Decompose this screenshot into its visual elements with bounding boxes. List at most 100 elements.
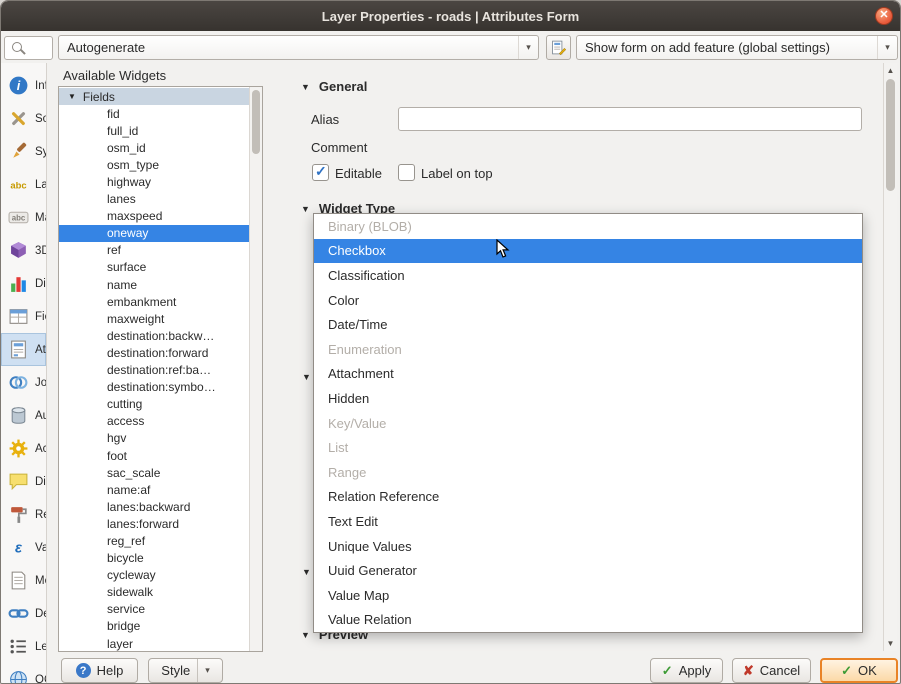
sidebar-item-joins[interactable]: Joins [1,366,46,399]
label-on-top-checkbox[interactable] [398,164,415,181]
tree-item-osm-id[interactable]: osm_id [59,139,249,156]
dropdown-item-classification[interactable]: Classification [314,263,862,288]
tree-item-destination-ref-ba[interactable]: destination:ref:ba… [59,362,249,379]
dropdown-item-color[interactable]: Color [314,288,862,313]
dropdown-item-uuid-generator[interactable]: Uuid Generator [314,558,862,583]
svg-text:ε: ε [15,541,23,557]
expander-triangle-icon[interactable]: ▼ [68,92,76,101]
tree-item-lanes[interactable]: lanes [59,191,249,208]
tree-item-sac-scale[interactable]: sac_scale [59,464,249,481]
widget-filter-box[interactable] [4,36,53,60]
form-settings-button[interactable] [546,35,571,60]
sidebar-item-masks[interactable]: abcMasks [1,201,46,234]
tree-item-highway[interactable]: highway [59,173,249,190]
section-general[interactable]: ▼ General [301,79,367,94]
tree-item-destination-backw[interactable]: destination:backw… [59,327,249,344]
style-button[interactable]: Style ▾ [148,658,223,683]
dropdown-item-hidden[interactable]: Hidden [314,386,862,411]
tree-item-reg-ref[interactable]: reg_ref [59,532,249,549]
form-panel-scrollbar[interactable]: ▲ ▼ [883,63,897,651]
tree-scrollbar[interactable] [249,87,262,651]
dropdown-item-relation-reference[interactable]: Relation Reference [314,485,862,510]
search-input[interactable] [25,39,51,57]
tree-item-sidewalk[interactable]: sidewalk [59,584,249,601]
scroll-up-icon[interactable]: ▲ [884,66,897,75]
tree-item-oneway[interactable]: oneway [59,225,249,242]
sidebar-item-fields[interactable]: Fields [1,300,46,333]
source-icon [8,108,29,129]
dropdown-item-checkbox[interactable]: Checkbox [314,239,862,264]
dropdown-item-attachment[interactable]: Attachment [314,362,862,387]
sidebar-item-metadata[interactable]: Metadata [1,564,46,597]
tree-scrollbar-thumb[interactable] [252,90,260,154]
tree-item-cutting[interactable]: cutting [59,396,249,413]
tree-item-hgv[interactable]: hgv [59,430,249,447]
sidebar-item-dependencies[interactable]: Dependencies [1,597,46,630]
sidebar-item-information[interactable]: iInformation [1,69,46,102]
ok-button[interactable]: ✓ OK [820,658,898,683]
sidebar-item-variables[interactable]: εVariables [1,531,46,564]
sidebar-item-qgis-server[interactable]: QGIS Server [1,663,46,683]
tree-item-foot[interactable]: foot [59,447,249,464]
close-icon[interactable]: ✕ [875,7,893,25]
tree-item-ref[interactable]: ref [59,242,249,259]
sidebar-item-legend[interactable]: Legend [1,630,46,663]
tree-item-lanes-forward[interactable]: lanes:forward [59,515,249,532]
joins-icon [8,372,29,393]
sidebar-item-diagrams[interactable]: Diagrams [1,267,46,300]
dropdown-item-value-map[interactable]: Value Map [314,583,862,608]
tree-item-bridge[interactable]: bridge [59,618,249,635]
dropdown-item-unique-values[interactable]: Unique Values [314,534,862,559]
tree-item-bicycle[interactable]: bicycle [59,550,249,567]
dropdown-item-text-edit[interactable]: Text Edit [314,509,862,534]
form-panel-scrollbar-thumb[interactable] [886,79,895,191]
dependencies-icon [8,603,29,624]
sidebar-item-rendering[interactable]: Rendering [1,498,46,531]
dropdown-item-date-time[interactable]: Date/Time [314,312,862,337]
sidebar-item-attributes-form[interactable]: Attributes Form [1,333,46,366]
tree-item-name-af[interactable]: name:af [59,481,249,498]
sidebar-item-symbology[interactable]: Symbology [1,135,46,168]
sidebar-item-label: Dependencies [35,608,47,620]
tree-group-fields[interactable]: ▼Fields [59,88,249,105]
help-button[interactable]: ? Help [61,658,138,683]
apply-button[interactable]: ✓ Apply [650,658,723,683]
tree-item-embankment[interactable]: embankment [59,293,249,310]
tree-item-destination-symbo[interactable]: destination:symbo… [59,379,249,396]
dropdown-item-value-relation[interactable]: Value Relation [314,608,862,633]
sidebar-item-display[interactable]: Display [1,465,46,498]
metadata-icon [8,570,29,591]
tree-item-maxspeed[interactable]: maxspeed [59,208,249,225]
tree-item-full-id[interactable]: full_id [59,122,249,139]
tree-item-cycleway[interactable]: cycleway [59,567,249,584]
tree-item-service[interactable]: service [59,601,249,618]
scroll-down-icon[interactable]: ▼ [884,639,897,648]
tree-item-maxweight[interactable]: maxweight [59,310,249,327]
editable-checkbox[interactable] [312,164,329,181]
titlebar[interactable]: Layer Properties - roads | Attributes Fo… [1,1,900,31]
form-layout-value: Autogenerate [59,40,518,55]
sidebar-item-label: Rendering [35,509,47,521]
sidebar-item-3d-view[interactable]: 3D View [1,234,46,267]
sidebar-item-source[interactable]: Source [1,102,46,135]
sidebar-item-auxiliary-storage[interactable]: Auxiliary Storage [1,399,46,432]
sidebar-item-label: Attributes Form [35,344,47,356]
sidebar-item-labels[interactable]: abcLabels [1,168,46,201]
tree-item-layer[interactable]: layer [59,635,249,652]
tree-item-fid[interactable]: fid [59,105,249,122]
alias-input[interactable] [398,107,862,131]
tree-item-destination-forward[interactable]: destination:forward [59,344,249,361]
tree-item-name[interactable]: name [59,276,249,293]
collapse-triangle-icon[interactable]: ▼ [302,567,311,577]
tree-item-lanes-backward[interactable]: lanes:backward [59,498,249,515]
tree-item-access[interactable]: access [59,413,249,430]
collapse-triangle-icon[interactable]: ▼ [302,372,311,382]
tree-item-osm-type[interactable]: osm_type [59,156,249,173]
sidebar-item-actions[interactable]: Actions [1,432,46,465]
show-form-combobox[interactable]: Show form on add feature (global setting… [576,35,898,60]
tree-item-surface[interactable]: surface [59,259,249,276]
cancel-button[interactable]: ✘ Cancel [732,658,811,683]
sidebar-item-label: QGIS Server [35,674,47,684]
form-layout-combobox[interactable]: Autogenerate ▾ [58,35,539,60]
svg-text:i: i [17,79,21,93]
